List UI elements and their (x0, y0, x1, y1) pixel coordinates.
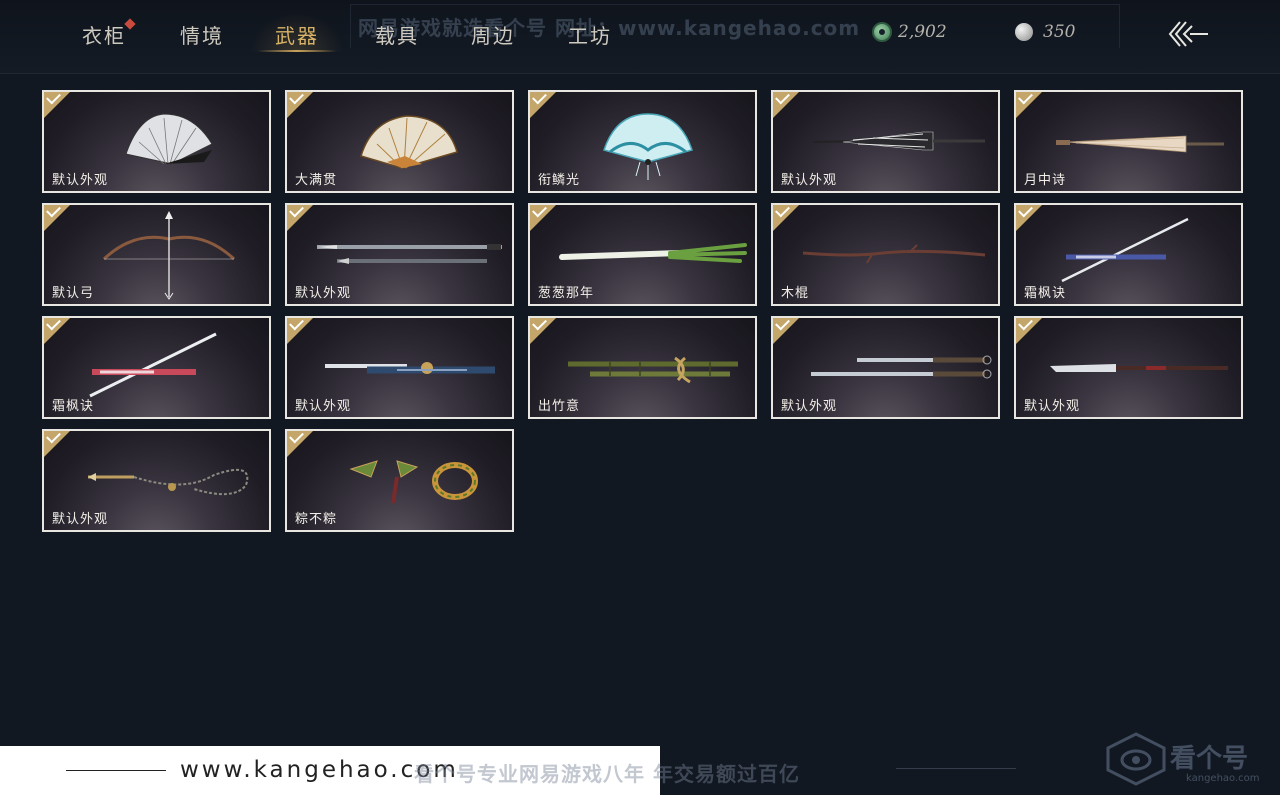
logo-icon (1106, 732, 1166, 786)
weapon-card[interactable]: 默认外观 (1014, 316, 1243, 419)
weapon-name: 默认外观 (781, 399, 838, 414)
weapon-name: 衔鳞光 (538, 173, 581, 188)
divider (66, 770, 166, 771)
silver-currency: 350 (1015, 22, 1075, 42)
divider (896, 768, 1016, 769)
weapon-card[interactable]: 月中诗 (1014, 90, 1243, 193)
weapon-card[interactable]: 大满贯 (285, 90, 514, 193)
weapon-name: 默认弓 (52, 286, 95, 301)
weapon-card[interactable]: 默认外观 (42, 429, 271, 532)
tab-wardrobe[interactable]: 衣柜 (82, 20, 126, 49)
weapon-card[interactable]: 默认外观 (42, 90, 271, 193)
jade-currency: 2,902 (872, 22, 947, 42)
weapon-name: 默认外观 (295, 286, 352, 301)
top-nav-bar: 衣柜 情境 武器 网易游戏就选看个号 网址：www.kangehao.com 载… (0, 0, 1280, 74)
weapon-card[interactable]: 粽不粽 (285, 429, 514, 532)
weapon-name: 默认外观 (1024, 399, 1081, 414)
tab-merch[interactable]: 周边 (471, 20, 515, 49)
weapon-card[interactable]: 葱葱那年 (528, 203, 757, 306)
tab-weapons[interactable]: 武器 (275, 20, 319, 49)
weapon-name: 大满贯 (295, 173, 338, 188)
weapon-card[interactable]: 默认外观 (285, 316, 514, 419)
weapon-card[interactable]: 霜枫诀 (1014, 203, 1243, 306)
weapon-name: 葱葱那年 (538, 286, 595, 301)
weapon-name: 默认外观 (781, 173, 838, 188)
weapon-name: 默认外观 (295, 399, 352, 414)
weapon-card[interactable]: 木棍 (771, 203, 1000, 306)
weapon-name: 出竹意 (538, 399, 581, 414)
jade-amount: 2,902 (898, 22, 947, 42)
tab-scene[interactable]: 情境 (180, 20, 224, 49)
logo-subtext: kangehao.com (1186, 773, 1260, 784)
weapon-name: 粽不粽 (295, 512, 338, 527)
active-tab-underline (258, 50, 336, 52)
watermark-slogan: 看个号专业网易游戏八年 年交易额过百亿 (414, 762, 800, 786)
weapon-name: 霜枫诀 (52, 399, 95, 414)
weapon-card[interactable]: 衔鳞光 (528, 90, 757, 193)
weapon-card[interactable]: 默认外观 (285, 203, 514, 306)
logo-text: 看个号 (1170, 744, 1249, 774)
tab-workshop[interactable]: 工坊 (568, 20, 612, 49)
silver-amount: 350 (1043, 22, 1076, 42)
weapon-card[interactable]: 默认弓 (42, 203, 271, 306)
weapon-name: 霜枫诀 (1024, 286, 1067, 301)
jade-coin-icon (872, 22, 892, 42)
weapon-name: 默认外观 (52, 512, 109, 527)
back-arrow-icon[interactable] (1166, 18, 1210, 50)
silver-coin-icon (1015, 23, 1033, 41)
weapon-card[interactable]: 出竹意 (528, 316, 757, 419)
weapon-card[interactable]: 霜枫诀 (42, 316, 271, 419)
weapon-card[interactable]: 默认外观 (771, 316, 1000, 419)
weapon-card[interactable]: 默认外观 (771, 90, 1000, 193)
weapon-name: 月中诗 (1024, 173, 1067, 188)
notification-dot (124, 18, 136, 30)
tab-vehicles[interactable]: 载具 (375, 20, 419, 49)
weapon-name: 木棍 (781, 286, 810, 301)
weapon-name: 默认外观 (52, 173, 109, 188)
